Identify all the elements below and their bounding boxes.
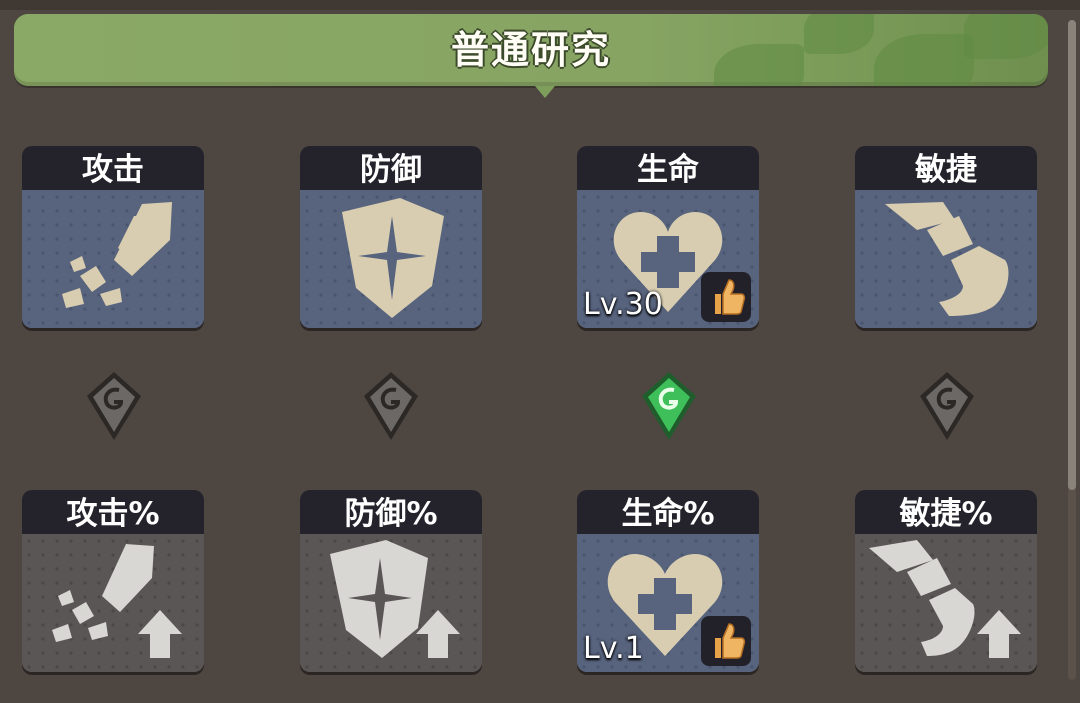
sword-up-icon <box>52 544 182 658</box>
scrollbar-thumb[interactable] <box>1068 20 1076 490</box>
card-label: 攻击 <box>22 146 204 190</box>
research-card-agility[interactable]: 敏捷 <box>855 146 1037 328</box>
boot-up-icon <box>869 540 1021 658</box>
research-card-hp[interactable]: 生命 Lv.30 <box>577 146 759 328</box>
card-label: 敏捷 <box>855 146 1037 190</box>
level-label: Lv.30 <box>583 287 663 322</box>
card-label: 攻击% <box>22 490 204 534</box>
card-label: 生命% <box>577 490 759 534</box>
boot-icon <box>885 202 1009 316</box>
research-card-defense[interactable]: 防御 <box>300 146 482 328</box>
card-label: 敏捷% <box>855 490 1037 534</box>
research-card-defense-percent[interactable]: 防御% <box>300 490 482 672</box>
connector-gem-icon <box>83 368 145 444</box>
page-title: 普通研究 <box>450 28 611 72</box>
thumbs-up-icon <box>701 272 751 322</box>
connector-gem-icon-active <box>638 368 700 444</box>
sword-icon <box>62 202 172 308</box>
research-header-banner: 普通研究 <box>14 14 1048 86</box>
research-card-agility-percent[interactable]: 敏捷% <box>855 490 1037 672</box>
window-frame <box>0 0 1080 10</box>
level-label: Lv.1 <box>583 631 644 666</box>
card-label: 防御 <box>300 146 482 190</box>
thumbs-up-icon <box>701 616 751 666</box>
research-card-attack-percent[interactable]: 攻击% <box>22 490 204 672</box>
research-card-attack[interactable]: 攻击 <box>22 146 204 328</box>
card-label: 生命 <box>577 146 759 190</box>
card-label: 防御% <box>300 490 482 534</box>
shield-icon <box>342 198 444 318</box>
research-card-hp-percent[interactable]: 生命% Lv.1 <box>577 490 759 672</box>
banner-pointer <box>535 86 555 98</box>
connector-gem-icon <box>916 368 978 444</box>
connector-gem-icon <box>360 368 422 444</box>
scrollbar[interactable] <box>1068 20 1076 680</box>
shield-up-icon <box>330 540 460 658</box>
